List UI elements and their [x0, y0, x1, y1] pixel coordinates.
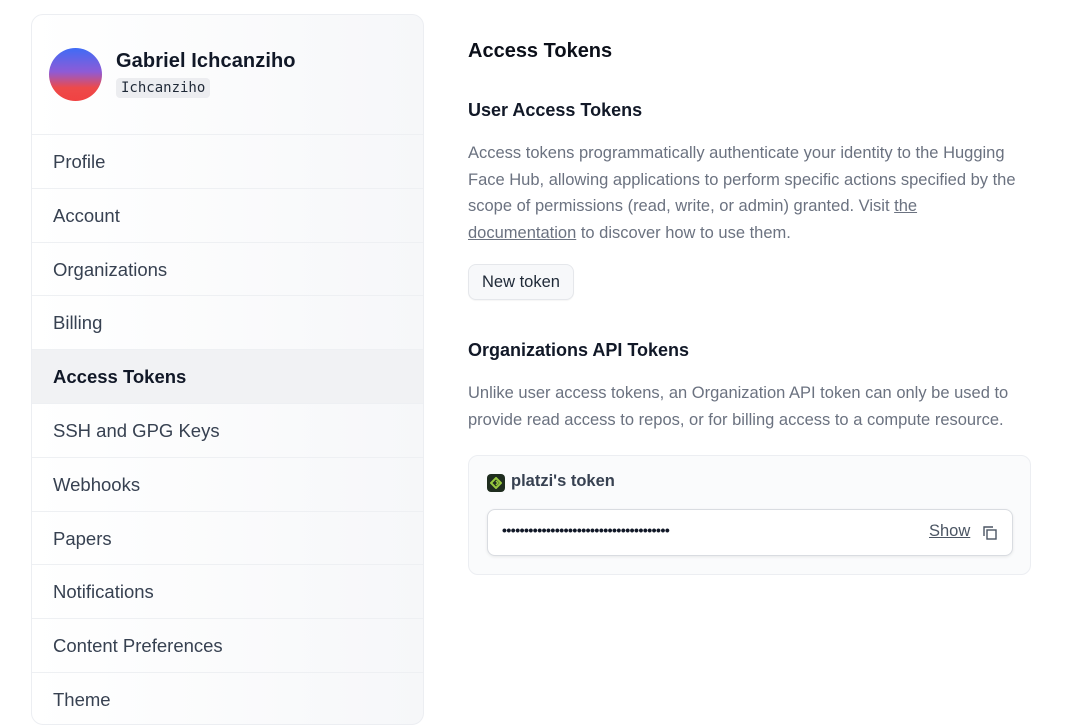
sidebar-item-account[interactable]: Account	[32, 189, 423, 243]
user-tokens-description: Access tokens programmatically authentic…	[468, 140, 1028, 246]
profile-header: Gabriel Ichcanziho Ichcanziho	[32, 15, 423, 135]
user-avatar[interactable]	[49, 48, 102, 101]
sidebar-item-notifications[interactable]: Notifications	[32, 565, 423, 620]
access-tokens-panel: Access Tokens User Access Tokens Access …	[468, 40, 1032, 575]
sidebar-item-theme[interactable]: Theme	[32, 673, 423, 724]
copy-icon[interactable]	[982, 525, 998, 541]
sidebar-item-access-tokens[interactable]: Access Tokens	[32, 350, 423, 404]
org-tokens-description: Unlike user access tokens, an Organizati…	[468, 384, 1009, 429]
settings-nav: Profile Account Organizations Billing Ac…	[32, 135, 423, 724]
new-token-button[interactable]: New token	[468, 264, 574, 300]
user-tokens-heading: User Access Tokens	[468, 100, 643, 120]
user-handle-badge: Ichcanziho	[116, 78, 211, 98]
settings-sidebar: Gabriel Ichcanziho Ichcanziho Profile Ac…	[31, 14, 424, 725]
platzi-logo-icon	[487, 474, 505, 492]
sidebar-item-profile[interactable]: Profile	[32, 135, 423, 189]
sidebar-item-organizations[interactable]: Organizations	[32, 243, 423, 297]
org-token-card: platzi's token •••••••••••••••••••••••••…	[468, 455, 1031, 575]
sidebar-item-papers[interactable]: Papers	[32, 512, 423, 566]
org-token-name: platzi's token	[511, 472, 615, 490]
user-tokens-description-text: Access tokens programmatically authentic…	[468, 144, 1016, 215]
sidebar-item-webhooks[interactable]: Webhooks	[32, 458, 423, 512]
sidebar-item-content-preferences[interactable]: Content Preferences	[32, 619, 423, 673]
masked-token-value: ••••••••••••••••••••••••••••••••••••••	[502, 522, 670, 538]
sidebar-item-billing[interactable]: Billing	[32, 296, 423, 351]
user-tokens-description-tail: to discover how to use them.	[576, 223, 791, 242]
user-full-name: Gabriel Ichcanziho	[116, 50, 296, 72]
show-token-button[interactable]: Show	[929, 522, 970, 541]
token-value-field[interactable]: •••••••••••••••••••••••••••••••••••••• S…	[487, 509, 1013, 556]
page-title: Access Tokens	[468, 40, 613, 62]
sidebar-item-ssh-gpg-keys[interactable]: SSH and GPG Keys	[32, 404, 423, 458]
org-tokens-heading: Organizations API Tokens	[468, 340, 690, 360]
